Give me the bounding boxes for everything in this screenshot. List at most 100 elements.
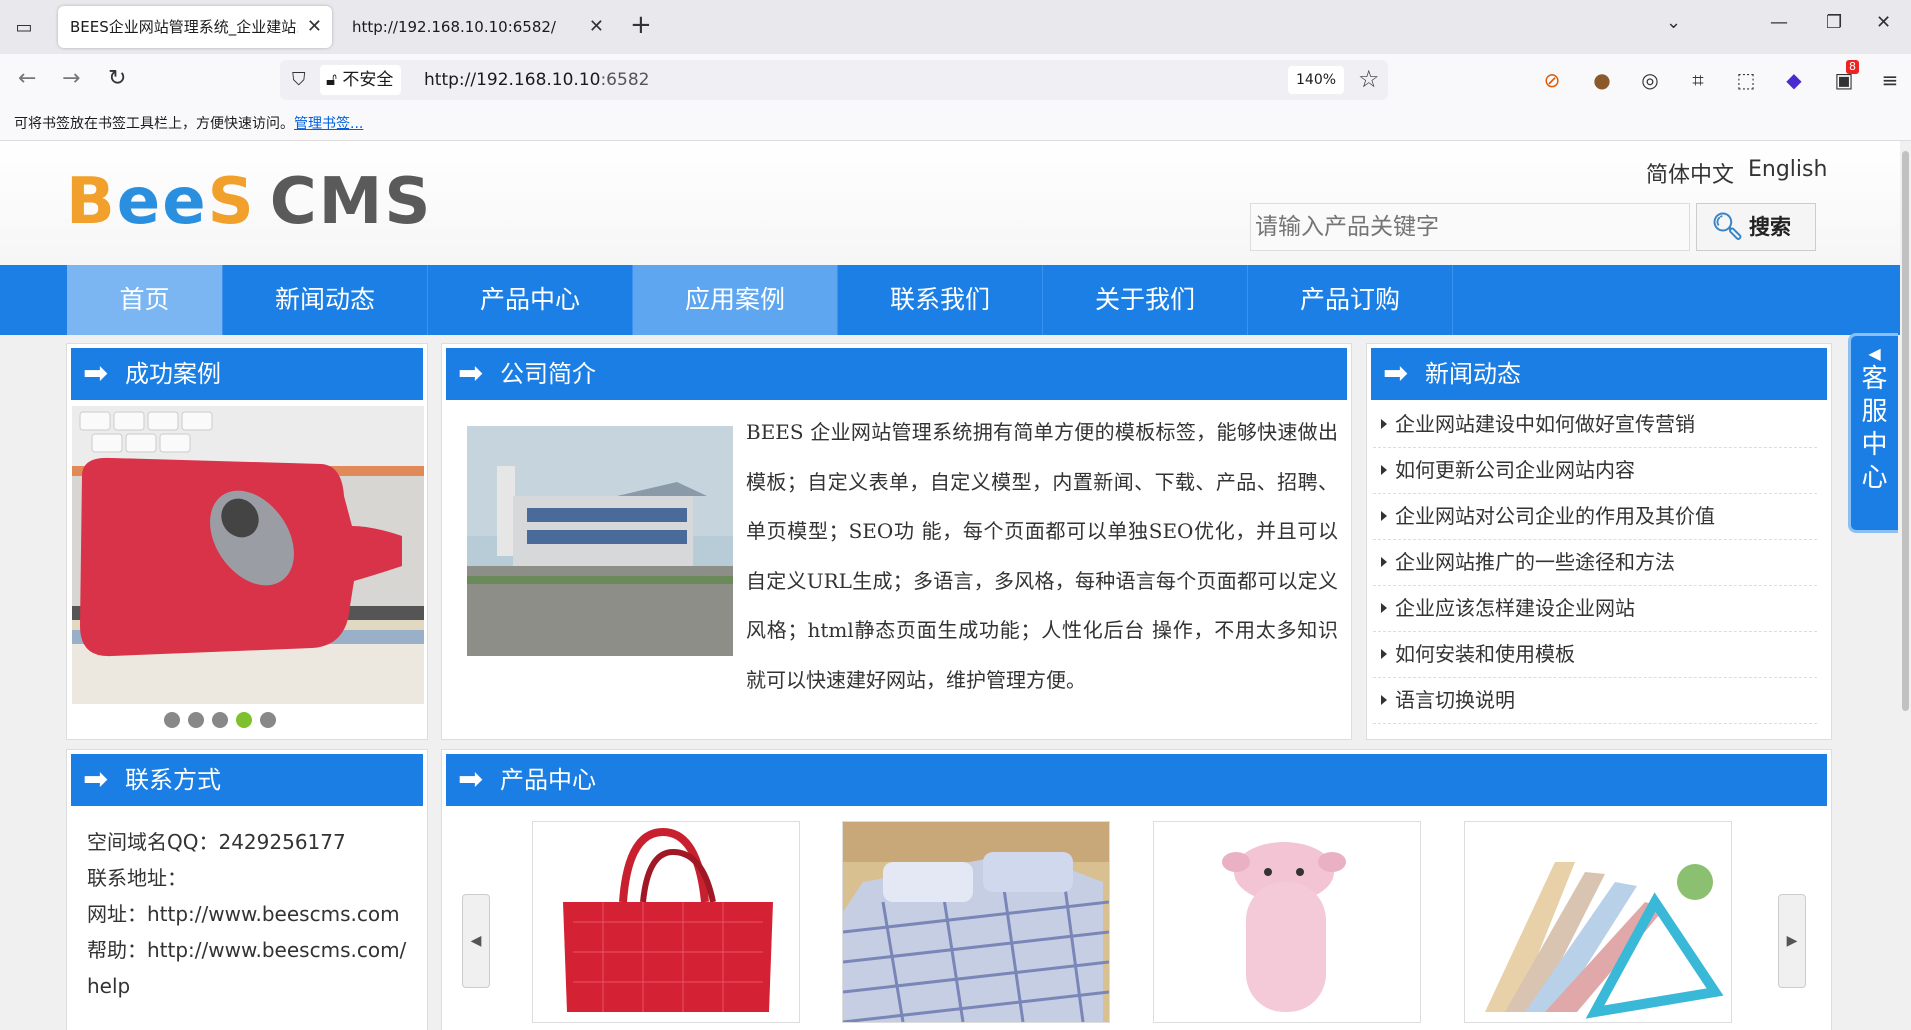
extension-blocker-icon[interactable]: ⊘ <box>1540 68 1564 92</box>
contact-address: 联系地址： <box>87 866 187 890</box>
menu-icon[interactable]: ≡ <box>1878 68 1902 92</box>
tab-active[interactable]: BEES企业网站管理系统_企业建站系统 ✕ <box>58 6 332 48</box>
carousel-dots <box>164 712 284 732</box>
bookmark-hint: 可将书签放在书签工具栏上，方便快速访问。 <box>14 116 294 132</box>
menu-item-about[interactable]: 关于我们 <box>1043 265 1248 335</box>
lang-zh-link[interactable]: 简体中文 <box>1646 157 1734 189</box>
collapse-arrow-icon: ◀ <box>1868 344 1881 363</box>
news-item[interactable]: 企业网站推广的一些途径和方法 <box>1373 540 1817 586</box>
product-item-plush[interactable] <box>1153 821 1421 1023</box>
product-item-stand[interactable] <box>1464 821 1732 1023</box>
news-title: 新闻动态 <box>1425 360 1521 388</box>
intro-title: 公司简介 <box>500 360 596 388</box>
manage-bookmarks-link[interactable]: 管理书签... <box>294 116 363 132</box>
reload-icon[interactable]: ↻ <box>108 66 126 91</box>
product-item-bag[interactable] <box>532 821 800 1023</box>
case-image[interactable] <box>72 406 424 704</box>
url-text[interactable]: http://192.168.10.10:6582 <box>424 70 649 90</box>
kefu-char: 服 <box>1861 397 1888 427</box>
restore-icon[interactable]: ❐ <box>1826 12 1842 33</box>
menu-item-home[interactable]: 首页 <box>67 265 223 335</box>
news-item[interactable]: 如何安装和使用模板 <box>1373 632 1817 678</box>
carousel-dot-active[interactable] <box>236 712 252 728</box>
account-icon[interactable]: ◎ <box>1638 68 1662 92</box>
logo-letter-s: S <box>207 165 256 239</box>
tab-list-icon[interactable]: ▭ <box>10 14 38 42</box>
contact-help[interactable]: 帮助：http://www.beescms.com/ <box>87 932 417 968</box>
bookmark-bar: 可将书签放在书签工具栏上，方便快速访问。管理书签... <box>0 108 1911 141</box>
search-input[interactable] <box>1250 203 1690 251</box>
site-logo[interactable]: BeeS CMS <box>66 165 432 239</box>
new-tab-icon[interactable]: + <box>630 10 652 40</box>
web-page: BeeSCMS 简体中文 English 🔍︎搜索 首页 新闻动态 产品中心 应… <box>0 141 1900 1030</box>
kefu-char: 客 <box>1861 364 1888 394</box>
product-item-bedding[interactable] <box>842 821 1110 1023</box>
cookie-icon[interactable]: ● <box>1590 68 1614 92</box>
crop-icon[interactable]: ⌗ <box>1686 68 1710 92</box>
carousel-dot[interactable] <box>212 712 228 728</box>
extensions-icon[interactable]: ⬚ <box>1734 68 1758 92</box>
search-button[interactable]: 🔍︎ 搜索 <box>1696 203 1816 251</box>
tab-inactive[interactable]: http://192.168.10.10:6582/ ✕ <box>340 6 614 48</box>
logo-cms: CMS <box>269 165 433 239</box>
minimize-icon[interactable]: — <box>1770 12 1788 33</box>
contact-title: 联系方式 <box>125 766 221 794</box>
insecure-lock-icon: 🔓︎ <box>326 70 343 90</box>
contact-title-bar: ➡ 联系方式 <box>71 754 423 806</box>
magazine-stand-image <box>1465 822 1731 1022</box>
contact-help-cont[interactable]: help <box>87 968 417 1004</box>
browser-nav-bar: ← → ↻ ⛉ 🔓︎ 不安全 http://192.168.10.10:6582… <box>0 54 1911 108</box>
products-title-bar: ➡ 产品中心 <box>446 754 1827 806</box>
news-item[interactable]: 如何更新公司企业网站内容 <box>1373 448 1817 494</box>
menu-item-cases[interactable]: 应用案例 <box>633 265 838 335</box>
back-icon[interactable]: ← <box>18 66 36 91</box>
news-title-bar: ➡ 新闻动态 <box>1371 348 1827 400</box>
lang-en-link[interactable]: English <box>1748 157 1827 182</box>
close-tab-icon[interactable]: ✕ <box>589 6 604 48</box>
handbag-image <box>533 822 799 1022</box>
scrollbar-thumb[interactable] <box>1902 151 1909 711</box>
carousel-dot[interactable] <box>188 712 204 728</box>
carousel-dot[interactable] <box>164 712 180 728</box>
logo-letter-b: B <box>66 165 117 239</box>
proton-icon[interactable]: ◆ <box>1782 68 1806 92</box>
products-title: 产品中心 <box>500 766 596 794</box>
site-header: BeeSCMS 简体中文 English 🔍︎搜索 <box>0 141 1900 265</box>
contact-website[interactable]: 网址：http://www.beescms.com <box>87 896 417 932</box>
carousel-prev-button[interactable]: ◀ <box>462 894 490 988</box>
news-item[interactable]: 企业网站对公司企业的作用及其价值 <box>1373 494 1817 540</box>
zoom-level[interactable]: 140% <box>1288 66 1345 94</box>
customer-service-tab[interactable]: ◀ 客 服 中 心 <box>1848 333 1898 533</box>
news-item[interactable]: 语言切换说明 <box>1373 678 1817 724</box>
news-panel: ➡ 新闻动态 企业网站建设中如何做好宣传营销 如何更新公司企业网站内容 企业网站对… <box>1366 343 1832 740</box>
company-image <box>467 426 733 656</box>
menu-item-contact[interactable]: 联系我们 <box>838 265 1043 335</box>
notifications-icon[interactable]: ▣ 8 <box>1832 60 1859 92</box>
logo-letters-ee: ee <box>116 165 208 239</box>
carousel-dot[interactable] <box>260 712 276 728</box>
carousel-next-button[interactable]: ▶ <box>1778 894 1806 988</box>
page-scrollbar[interactable] <box>1900 141 1911 1030</box>
close-window-icon[interactable]: ✕ <box>1876 12 1891 33</box>
kefu-char: 心 <box>1861 463 1888 493</box>
close-tab-icon[interactable]: ✕ <box>307 6 322 48</box>
forward-icon[interactable]: → <box>62 66 80 91</box>
url-bar[interactable]: ⛉ 🔓︎ 不安全 http://192.168.10.10:6582 140% … <box>280 60 1388 100</box>
arrow-right-icon: ➡ <box>458 356 484 391</box>
search-icon: 🔍︎ <box>1711 212 1745 242</box>
shield-icon[interactable]: ⛉ <box>292 69 306 90</box>
bookmark-star-icon[interactable]: ☆ <box>1358 65 1380 93</box>
cases-panel: ➡ 成功案例 <box>66 343 428 740</box>
menu-item-products[interactable]: 产品中心 <box>428 265 633 335</box>
tab-title: BEES企业网站管理系统_企业建站系统 <box>70 18 298 36</box>
menu-item-order[interactable]: 产品订购 <box>1248 265 1453 335</box>
menu-item-news[interactable]: 新闻动态 <box>223 265 428 335</box>
list-all-tabs-icon[interactable]: ⌄ <box>1666 12 1681 33</box>
news-item[interactable]: 企业应该怎样建设企业网站 <box>1373 586 1817 632</box>
security-label: 不安全 <box>342 70 394 90</box>
url-host: http://192.168.10.10 <box>424 70 601 90</box>
intro-text: BEES 企业网站管理系统拥有简单方便的模板标签，能够快速做出模板；自定义表单，… <box>746 420 1338 692</box>
security-indicator[interactable]: 🔓︎ 不安全 <box>320 65 402 95</box>
cases-title-bar: ➡ 成功案例 <box>71 348 423 400</box>
news-item[interactable]: 企业网站建设中如何做好宣传营销 <box>1373 402 1817 448</box>
